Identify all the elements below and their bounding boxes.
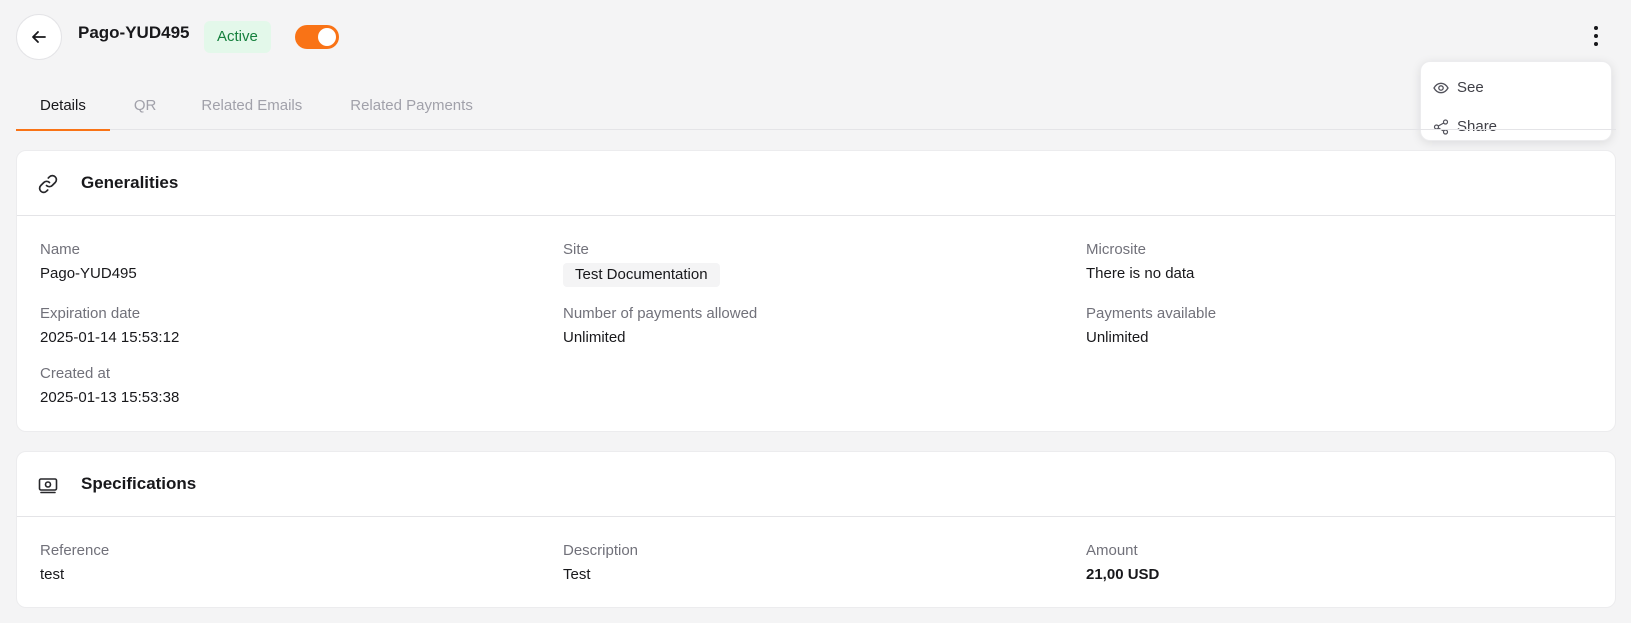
kebab-dot xyxy=(1594,42,1598,46)
card-title: Generalities xyxy=(81,173,179,192)
toggle-knob xyxy=(318,28,336,46)
field-label: Number of payments allowed xyxy=(563,305,758,322)
specifications-card: Specifications Reference test Descriptio… xyxy=(16,451,1616,608)
generalities-card: Generalities Name Pago-YUD495 Site Test … xyxy=(16,150,1616,432)
active-toggle[interactable] xyxy=(295,25,339,49)
page-title: Pago-YUD495 xyxy=(78,23,190,42)
field-label: Microsite xyxy=(1086,241,1147,258)
kebab-dot xyxy=(1594,26,1598,30)
field-value: 2025-01-13 15:53:38 xyxy=(40,389,180,406)
tab-bar: Details QR Related Emails Related Paymen… xyxy=(16,93,1616,131)
field-created-at: Created at 2025-01-13 15:53:38 xyxy=(40,365,179,406)
field-label: Expiration date xyxy=(40,305,141,322)
status-badge: Active xyxy=(204,21,271,53)
field-label: Description xyxy=(563,542,639,559)
field-label: Site xyxy=(563,241,589,258)
field-reference: Reference test xyxy=(40,542,109,583)
card-title: Specifications xyxy=(81,474,197,493)
tab-related-emails[interactable]: Related Emails xyxy=(177,93,326,130)
field-amount: Amount 21,00 USD xyxy=(1086,542,1159,583)
card-header: Specifications xyxy=(17,452,1615,517)
field-site: Site Test Documentation xyxy=(563,241,720,287)
tab-details[interactable]: Details xyxy=(16,93,110,131)
tab-related-payments[interactable]: Related Payments xyxy=(326,93,497,130)
field-label: Payments available xyxy=(1086,305,1217,322)
field-value: Pago-YUD495 xyxy=(40,265,137,282)
field-value: Unlimited xyxy=(563,329,626,346)
field-label: Name xyxy=(40,241,81,258)
field-payments-allowed: Number of payments allowed Unlimited xyxy=(563,305,757,346)
card-header: Generalities xyxy=(17,151,1615,216)
field-value: test xyxy=(40,566,65,583)
field-label: Reference xyxy=(40,542,110,559)
arrow-left-icon xyxy=(32,31,46,43)
more-options-button[interactable] xyxy=(1584,22,1608,50)
field-description: Description Test xyxy=(563,542,638,583)
field-value: Unlimited xyxy=(1086,329,1149,346)
site-chip: Test Documentation xyxy=(563,263,720,287)
field-expiration-date: Expiration date 2025-01-14 15:53:12 xyxy=(40,305,179,346)
back-button[interactable] xyxy=(16,14,62,60)
field-microsite: Microsite There is no data xyxy=(1086,241,1194,282)
money-icon xyxy=(38,478,58,494)
tab-qr[interactable]: QR xyxy=(110,93,178,130)
field-value: There is no data xyxy=(1086,265,1195,282)
field-value: Test xyxy=(563,566,591,583)
kebab-dot xyxy=(1594,34,1598,38)
link-icon xyxy=(38,174,58,194)
field-label: Amount xyxy=(1086,542,1138,559)
field-label: Created at xyxy=(40,365,111,382)
field-name: Name Pago-YUD495 xyxy=(40,241,137,282)
page-header: Pago-YUD495 Active xyxy=(0,0,1631,80)
field-payments-available: Payments available Unlimited xyxy=(1086,305,1216,346)
field-value: 2025-01-14 15:53:12 xyxy=(40,329,180,346)
field-value: 21,00 USD xyxy=(1086,566,1160,583)
